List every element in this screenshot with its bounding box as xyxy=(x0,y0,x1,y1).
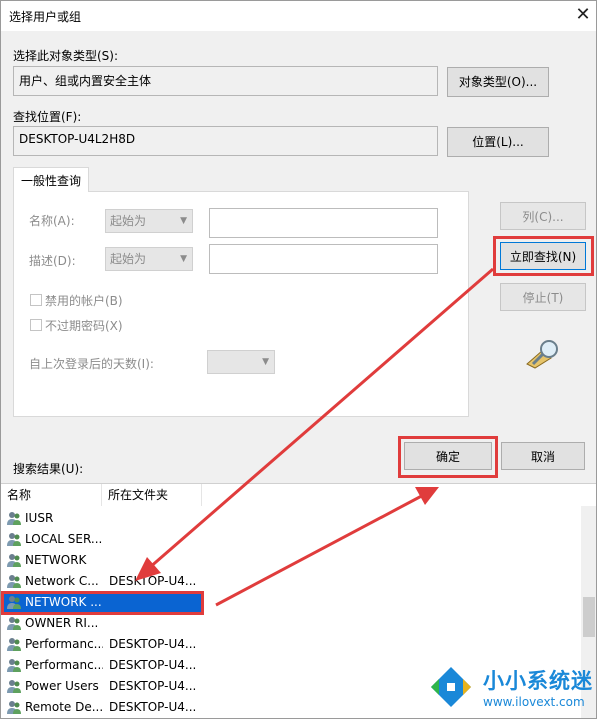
row-name: LOCAL SER... xyxy=(25,532,103,546)
row-folder: DESKTOP-U4... xyxy=(109,679,197,693)
columns-button: 列(C)... xyxy=(500,202,586,230)
chevron-down-icon: ▼ xyxy=(180,254,187,264)
table-row[interactable]: Network C... DESKTOP-U4... xyxy=(1,571,581,592)
description-input[interactable] xyxy=(209,244,438,274)
user-group-icon xyxy=(6,532,22,547)
disabled-accounts-label: 禁用的帐户(B) xyxy=(45,294,123,308)
title-bar xyxy=(1,1,596,31)
table-row[interactable]: OWNER RI... xyxy=(1,613,581,634)
watermark-url: www.ilovext.com xyxy=(483,695,585,709)
close-icon[interactable]: ✕ xyxy=(573,5,593,25)
row-folder: DESKTOP-U4... xyxy=(109,574,197,588)
non-expiring-password-label: 不过期密码(X) xyxy=(45,319,123,333)
row-name: NETWORK xyxy=(25,553,87,567)
user-group-icon xyxy=(6,616,22,631)
location-field: DESKTOP-U4L2H8D xyxy=(13,126,438,156)
ok-button[interactable]: 确定 xyxy=(404,442,492,470)
name-match-combo: 起始为 ▼ xyxy=(105,209,193,233)
object-type-label: 选择此对象类型(S): xyxy=(13,49,119,63)
non-expiring-password-checkbox[interactable] xyxy=(30,319,42,331)
table-row[interactable]: Performanc... DESKTOP-U4... xyxy=(1,634,581,655)
row-folder: DESKTOP-U4... xyxy=(109,637,197,651)
row-folder: DESKTOP-U4... xyxy=(109,700,197,714)
chevron-down-icon: ▼ xyxy=(262,357,269,367)
table-row[interactable]: LOCAL SER... xyxy=(1,529,581,550)
watermark-title: 小小系统迷 xyxy=(483,669,593,693)
days-since-logon-combo: ▼ xyxy=(207,350,275,374)
location-label: 查找位置(F): xyxy=(13,110,82,124)
selected-row-highlight xyxy=(1,591,204,615)
user-group-icon xyxy=(6,637,22,652)
column-header-name[interactable]: 名称 xyxy=(1,484,102,506)
object-types-button[interactable]: 对象类型(O)... xyxy=(447,67,549,97)
disabled-accounts-checkbox[interactable] xyxy=(30,294,42,306)
row-folder: DESKTOP-U4... xyxy=(109,658,197,672)
user-group-icon xyxy=(6,553,22,568)
row-name: Performanc... xyxy=(25,658,103,672)
chevron-down-icon: ▼ xyxy=(180,216,187,226)
user-group-icon xyxy=(6,658,22,673)
object-type-field: 用户、组或内置安全主体 xyxy=(13,66,438,96)
stop-button: 停止(T) xyxy=(500,283,586,311)
user-group-icon xyxy=(6,574,22,589)
find-now-button[interactable]: 立即查找(N) xyxy=(500,242,586,270)
row-name: Power Users xyxy=(25,679,99,693)
user-group-icon xyxy=(6,679,22,694)
table-row[interactable]: IUSR xyxy=(1,508,581,529)
search-results-label: 搜索结果(U): xyxy=(13,462,84,476)
locations-button[interactable]: 位置(L)... xyxy=(447,127,549,157)
column-header-folder[interactable]: 所在文件夹 xyxy=(102,484,202,506)
tab-common-queries[interactable]: 一般性查询 xyxy=(13,167,89,192)
row-name: Network C... xyxy=(25,574,99,588)
name-input[interactable] xyxy=(209,208,438,238)
cancel-button[interactable]: 取消 xyxy=(501,442,585,470)
row-name: IUSR xyxy=(25,511,54,525)
scrollbar-thumb[interactable] xyxy=(583,597,595,637)
row-name: OWNER RI... xyxy=(25,616,99,630)
description-match-combo: 起始为 ▼ xyxy=(105,247,193,271)
select-users-dialog: 选择用户或组 ✕ 选择此对象类型(S): 用户、组或内置安全主体 对象类型(O)… xyxy=(0,0,597,719)
name-label: 名称(A): xyxy=(29,214,75,228)
description-match-value: 起始为 xyxy=(110,252,147,266)
search-flashlight-icon xyxy=(526,340,558,369)
description-label: 描述(D): xyxy=(29,254,76,268)
user-group-icon xyxy=(6,511,22,526)
row-name: Remote De... xyxy=(25,700,103,714)
days-since-logon-label: 自上次登录后的天数(I): xyxy=(29,357,154,371)
window-title: 选择用户或组 xyxy=(9,10,82,24)
user-group-icon xyxy=(6,700,22,715)
table-row[interactable]: NETWORK xyxy=(1,550,581,571)
name-match-value: 起始为 xyxy=(110,214,147,228)
row-name: Performanc... xyxy=(25,637,103,651)
